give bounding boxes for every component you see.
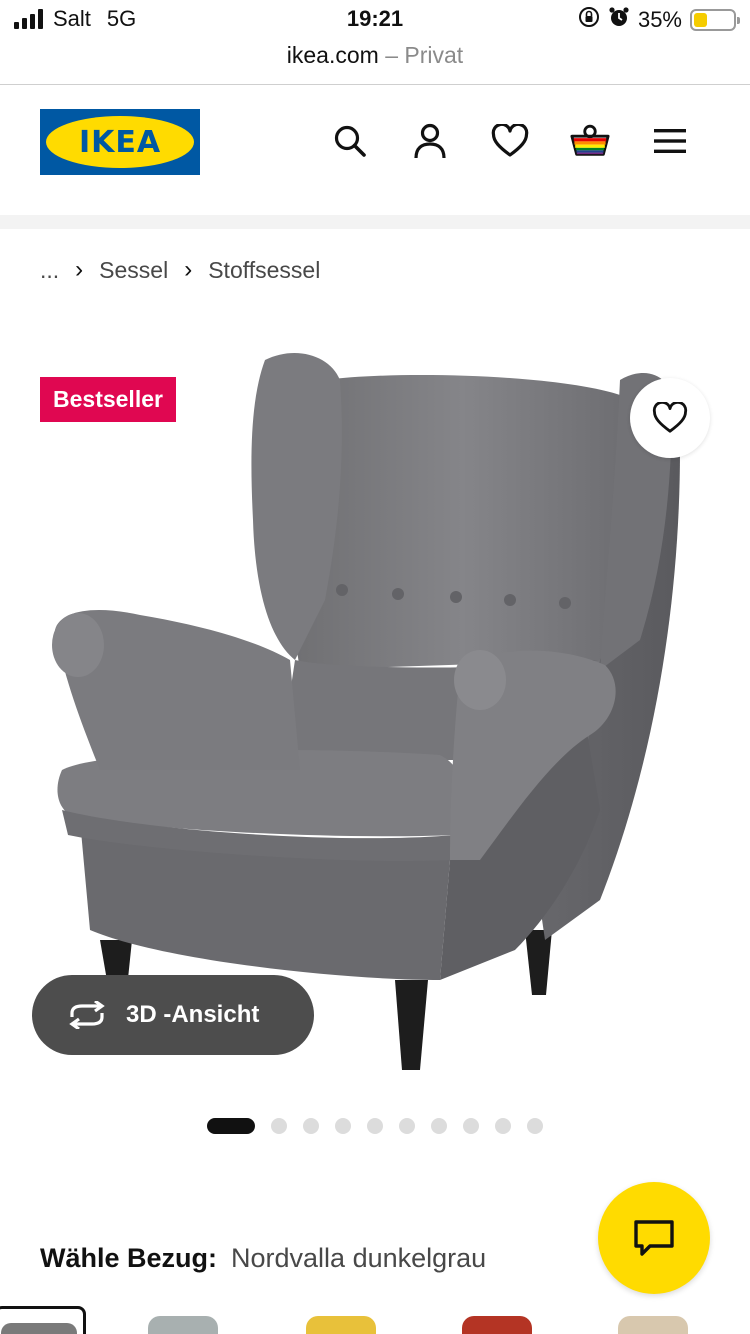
breadcrumb-separator: › — [184, 256, 193, 283]
search-icon[interactable] — [330, 121, 370, 161]
product-image[interactable] — [40, 340, 720, 1080]
carousel-dot[interactable] — [527, 1118, 543, 1134]
battery-icon — [690, 9, 740, 31]
cover-selection: Wähle Bezug: Nordvalla dunkelgrau — [40, 1243, 486, 1274]
add-to-favourites-button[interactable] — [630, 378, 710, 458]
carousel-dot[interactable] — [495, 1118, 511, 1134]
carousel-dot[interactable] — [463, 1118, 479, 1134]
site-header: IKEA — [0, 85, 750, 215]
status-bar: Salt 5G 19:21 35% — [0, 0, 750, 40]
carousel-dot[interactable] — [335, 1118, 351, 1134]
breadcrumb: ... › Sessel › Stoffsessel — [40, 256, 320, 284]
carousel-indicator[interactable] — [207, 1118, 543, 1134]
cover-label: Wähle Bezug: — [40, 1243, 218, 1273]
breadcrumb-item-stoffsessel[interactable]: Stoffsessel — [208, 257, 320, 284]
breadcrumb-separator: › — [75, 256, 84, 283]
account-icon[interactable] — [410, 121, 450, 161]
battery-percent: 35% — [637, 7, 682, 32]
ikea-logo[interactable]: IKEA — [40, 109, 200, 175]
header-icons — [330, 121, 690, 161]
cover-swatch[interactable] — [462, 1316, 532, 1334]
cover-swatch-list — [0, 1306, 750, 1334]
view-3d-label: 3D -Ansicht — [126, 1001, 260, 1028]
logo-text: IKEA — [78, 124, 162, 160]
chat-icon — [634, 1220, 674, 1256]
cart-icon[interactable] — [570, 121, 610, 161]
breadcrumb-ellipsis[interactable]: ... — [40, 257, 59, 284]
logo-oval: IKEA — [46, 116, 194, 168]
carousel-dot[interactable] — [207, 1118, 255, 1134]
url-bar[interactable]: ikea.com – Privat — [0, 40, 750, 84]
cover-swatch[interactable] — [0, 1306, 86, 1334]
carousel-dot[interactable] — [303, 1118, 319, 1134]
swatch-thumbnail — [1, 1323, 77, 1334]
alarm-icon — [608, 6, 630, 34]
rotation-lock-icon — [578, 6, 600, 34]
rotate-3d-icon — [69, 1001, 105, 1029]
cover-swatch[interactable] — [306, 1316, 376, 1334]
product-gallery[interactable]: Bestseller 3D -Ansicht — [0, 340, 750, 1100]
menu-icon[interactable] — [650, 121, 690, 161]
cover-swatch[interactable] — [618, 1316, 688, 1334]
carousel-dot[interactable] — [399, 1118, 415, 1134]
cover-swatch[interactable] — [148, 1316, 218, 1334]
cover-value: Nordvalla dunkelgrau — [231, 1243, 487, 1273]
heart-icon — [652, 402, 688, 433]
status-right: 35% — [578, 6, 740, 34]
bestseller-badge: Bestseller — [40, 377, 176, 422]
header-separator — [0, 215, 750, 229]
chat-button[interactable] — [598, 1182, 710, 1294]
url-domain: ikea.com — [286, 42, 379, 68]
carousel-dot[interactable] — [271, 1118, 287, 1134]
carousel-dot[interactable] — [367, 1118, 383, 1134]
breadcrumb-item-sessel[interactable]: Sessel — [99, 257, 168, 284]
view-3d-button[interactable]: 3D -Ansicht — [32, 975, 314, 1055]
favourites-icon[interactable] — [490, 121, 530, 161]
private-mode-label: – Privat — [385, 42, 464, 68]
carousel-dot[interactable] — [431, 1118, 447, 1134]
